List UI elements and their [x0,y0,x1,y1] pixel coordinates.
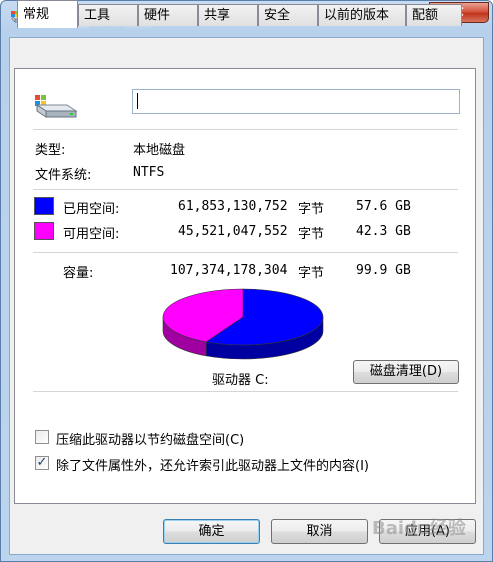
compress-drive-checkbox[interactable] [35,430,49,444]
filesystem-label: 文件系统: [35,168,92,183]
compress-drive-label[interactable]: 压缩此驱动器以节约磁盘空间(C) [56,429,244,448]
tab-label: 硬件 [144,8,171,23]
tab-sharing[interactable]: 共享 [198,4,258,26]
tab-label: 工具 [84,8,111,23]
divider [33,129,458,130]
free-space-bytes: 45,521,047,552 [178,224,288,239]
free-space-label: 可用空间: [63,227,120,242]
tab-label: 配额 [412,8,439,23]
tab-previous-versions[interactable]: 以前的版本 [318,4,406,26]
tab-label: 安全 [264,8,291,23]
tab-general[interactable]: 常规 [17,0,78,28]
cancel-button[interactable]: 取消 [271,519,368,544]
drive-icon [35,95,78,118]
disk-cleanup-button[interactable]: 磁盘清理(D) [353,360,459,384]
divider [33,391,458,392]
used-space-swatch [34,197,54,215]
tab-label: 共享 [204,8,231,23]
tab-hardware[interactable]: 硬件 [138,4,198,26]
volume-name-input[interactable] [132,89,460,114]
text-caret [137,93,138,109]
tab-label: 常规 [23,7,50,22]
type-value: 本地磁盘 [133,143,186,158]
ok-button[interactable]: 确定 [163,519,260,544]
filesystem-value: NTFS [133,165,165,180]
capacity-bytes: 107,374,178,304 [170,263,288,278]
watermark: Baidu经验 [372,518,466,539]
type-label: 类型: [35,143,66,158]
divider [33,189,458,190]
tab-security[interactable]: 安全 [258,4,318,26]
index-contents-checkbox[interactable]: ✓ [35,456,49,470]
used-space-size: 57.6 GB [356,199,411,214]
free-space-size: 42.3 GB [356,224,411,239]
capacity-label: 容量: [63,266,94,281]
divider [33,252,458,253]
tab-quota[interactable]: 配额 [406,4,462,26]
drive-label: 驱动器 C: [212,373,269,388]
used-space-label: 已用空间: [63,202,120,217]
disk-usage-pie-chart [162,288,324,360]
free-space-swatch [34,222,54,240]
free-space-unit: 字节 [298,227,325,242]
used-space-unit: 字节 [298,202,325,217]
capacity-unit: 字节 [298,266,325,281]
index-contents-label[interactable]: 除了文件属性外，还允许索引此驱动器上文件的内容(I) [56,455,369,474]
tab-tools[interactable]: 工具 [78,4,138,26]
tab-label: 以前的版本 [324,8,390,23]
capacity-size: 99.9 GB [356,263,411,278]
used-space-bytes: 61,853,130,752 [178,199,288,214]
